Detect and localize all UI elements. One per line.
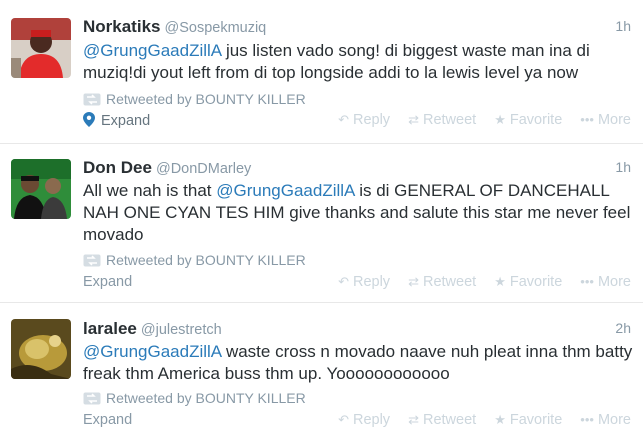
retweet-button[interactable]: ⇄ Retweet <box>408 412 476 428</box>
mention-link[interactable]: @GrungGaadZillA <box>216 181 354 200</box>
tweet-actions: ↶ Reply ⇄ Retweet ★ Favorite ••• More <box>324 112 631 128</box>
mention-link[interactable]: @GrungGaadZillA <box>83 342 221 361</box>
more-icon: ••• <box>580 274 594 289</box>
expand-link[interactable]: Expand <box>83 274 132 290</box>
avatar[interactable] <box>11 319 71 379</box>
retweet-icon: ⇄ <box>408 412 419 427</box>
more-button[interactable]: ••• More <box>580 274 631 290</box>
retweeted-by[interactable]: Retweeted by BOUNTY KILLER <box>83 252 306 268</box>
tweet-username[interactable]: @DonDMarley <box>156 161 251 177</box>
reply-icon: ↶ <box>338 112 349 127</box>
retweeted-by[interactable]: Retweeted by BOUNTY KILLER <box>83 390 306 406</box>
reply-icon: ↶ <box>338 274 349 289</box>
tweet-timestamp[interactable]: 1h <box>615 159 631 175</box>
avatar[interactable] <box>11 18 71 78</box>
tweet-item[interactable]: Norkatiks @Sospekmuziq 1h @GrungGaadZillA… <box>0 0 643 144</box>
reply-button[interactable]: ↶ Reply <box>338 274 390 290</box>
more-icon: ••• <box>580 412 594 427</box>
tweet-actions: ↶ Reply ⇄ Retweet ★ Favorite ••• More <box>324 274 631 290</box>
tweet-item[interactable]: Don Dee @DonDMarley 1h All we nah is that… <box>0 144 643 303</box>
expand-link[interactable]: Expand <box>83 112 150 129</box>
more-icon: ••• <box>580 112 594 127</box>
tweet-text: @GrungGaadZillA jus listen vado song! di… <box>83 41 590 82</box>
tweet-username[interactable]: @julestretch <box>141 322 222 338</box>
retweet-icon: ⇄ <box>408 274 419 289</box>
mention-link[interactable]: @GrungGaadZillA <box>83 41 221 60</box>
reply-button[interactable]: ↶ Reply <box>338 412 390 428</box>
retweet-button[interactable]: ⇄ Retweet <box>408 274 476 290</box>
star-icon: ★ <box>494 112 506 127</box>
retweet-icon <box>83 93 101 106</box>
tweet-text: All we nah is that @GrungGaadZillA is di… <box>83 181 631 244</box>
tweet-text: @GrungGaadZillA waste cross n movado naa… <box>83 342 633 383</box>
retweet-button[interactable]: ⇄ Retweet <box>408 112 476 128</box>
expand-link[interactable]: Expand <box>83 412 132 428</box>
favorite-button[interactable]: ★ Favorite <box>494 412 562 428</box>
favorite-button[interactable]: ★ Favorite <box>494 274 562 290</box>
tweet-timestamp[interactable]: 2h <box>615 320 631 336</box>
retweeted-by[interactable]: Retweeted by BOUNTY KILLER <box>83 91 306 107</box>
reply-icon: ↶ <box>338 412 349 427</box>
avatar[interactable] <box>11 159 71 219</box>
map-pin-icon <box>83 112 95 127</box>
tweet-item[interactable]: laralee @julestretch 2h @GrungGaadZillA w… <box>0 303 643 442</box>
retweet-icon <box>83 254 101 267</box>
tweet-author-name[interactable]: Norkatiks <box>83 17 160 36</box>
tweet-actions: ↶ Reply ⇄ Retweet ★ Favorite ••• More <box>324 412 631 428</box>
tweet-username[interactable]: @Sospekmuziq <box>164 20 266 36</box>
reply-button[interactable]: ↶ Reply <box>338 112 390 128</box>
tweet-author-name[interactable]: laralee <box>83 319 137 338</box>
tweet-timestamp[interactable]: 1h <box>615 18 631 34</box>
star-icon: ★ <box>494 412 506 427</box>
star-icon: ★ <box>494 274 506 289</box>
tweet-author-name[interactable]: Don Dee <box>83 158 152 177</box>
more-button[interactable]: ••• More <box>580 412 631 428</box>
more-button[interactable]: ••• More <box>580 112 631 128</box>
retweet-icon <box>83 392 101 405</box>
favorite-button[interactable]: ★ Favorite <box>494 112 562 128</box>
retweet-icon: ⇄ <box>408 112 419 127</box>
